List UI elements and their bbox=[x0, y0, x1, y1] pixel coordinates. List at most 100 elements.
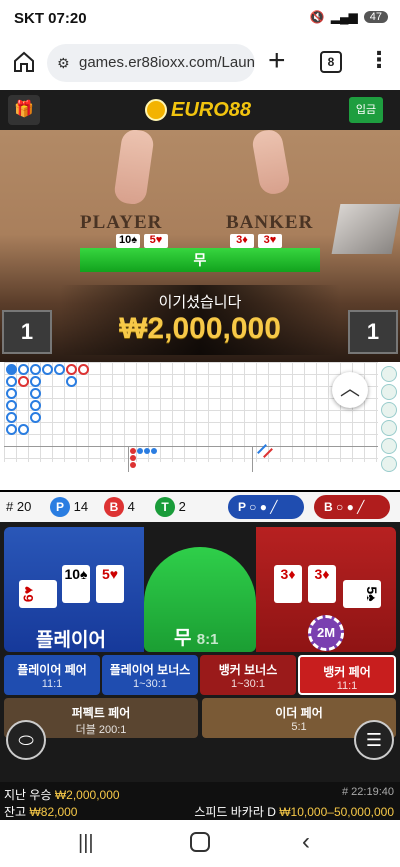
tie-bet-spot[interactable]: 무 8:1 bbox=[144, 547, 256, 652]
road-dot bbox=[130, 462, 136, 468]
road-bead bbox=[6, 412, 17, 423]
banker-bonus-button[interactable]: 뱅커 보너스 1~30:1 bbox=[200, 655, 296, 695]
player-bet-label: 플레이어 bbox=[36, 630, 106, 651]
banker-card: 3♦ bbox=[274, 565, 302, 603]
road-bead bbox=[30, 388, 41, 399]
player-stat-badge: P bbox=[50, 497, 70, 517]
road-bead bbox=[30, 364, 41, 375]
road-side-marker bbox=[381, 456, 397, 472]
road-dot bbox=[130, 455, 136, 461]
result-bar: 무 bbox=[80, 248, 320, 272]
road-divider bbox=[252, 446, 253, 472]
video-banker-card: 3♥ bbox=[258, 234, 282, 248]
recents-icon[interactable]: ||| bbox=[78, 832, 94, 855]
win-message: 이기셨습니다 bbox=[158, 294, 242, 311]
road-bead bbox=[18, 376, 29, 387]
banker-card: 5♠ bbox=[343, 580, 381, 608]
banker-bet-spot[interactable]: 3♦ 3♦ 5♠ 2M bbox=[256, 527, 396, 652]
card-shoe bbox=[331, 204, 400, 254]
home-nav-icon[interactable] bbox=[190, 832, 210, 852]
mute-icon: 🔇 bbox=[309, 10, 325, 24]
menu-icon[interactable]: ☰ bbox=[354, 720, 394, 760]
system-nav-bar: ||| ‹ bbox=[0, 820, 400, 867]
road-side-marker bbox=[381, 384, 397, 400]
road-side-marker bbox=[381, 438, 397, 454]
stats-bar: # 20 P 14 B 4 T 2 P ○ ● ╱ B ○ ● ╱ bbox=[0, 492, 400, 522]
game-header: 🎁 EURO88 입금 bbox=[0, 90, 400, 130]
home-icon[interactable] bbox=[12, 50, 36, 74]
road-divider bbox=[128, 446, 129, 472]
info-footer: 지난 우승 ₩2,000,000 잔고 ₩82,000 # 22:19:40 스… bbox=[0, 782, 400, 820]
win-amount: ₩2,000,000 bbox=[119, 312, 281, 345]
road-dot bbox=[151, 448, 157, 454]
road-divider bbox=[4, 446, 378, 447]
player-stat: P 14 bbox=[50, 497, 88, 517]
table-banker-label: BANKER bbox=[226, 212, 314, 233]
road-bead bbox=[78, 364, 89, 375]
banker-pair-button[interactable]: 뱅커 페어 11:1 bbox=[298, 655, 396, 695]
banker-card: 3♦ bbox=[308, 565, 336, 603]
chat-icon[interactable]: ⬭ bbox=[6, 720, 46, 760]
round-id: # 22:19:40 bbox=[342, 786, 394, 798]
road-bead bbox=[30, 412, 41, 423]
road-bead bbox=[18, 424, 29, 435]
road-side-marker bbox=[381, 402, 397, 418]
road-slash bbox=[263, 448, 273, 458]
video-player-card: 5♥ bbox=[144, 234, 168, 248]
road-bead bbox=[66, 364, 77, 375]
last-win: 지난 우승 ₩2,000,000 bbox=[4, 788, 120, 802]
tie-stat-badge: T bbox=[155, 497, 175, 517]
player-card: 5♥ bbox=[96, 565, 124, 603]
gift-icon[interactable]: 🎁 bbox=[8, 95, 40, 125]
roadmap-grid bbox=[4, 362, 378, 472]
road-bead bbox=[54, 364, 65, 375]
balance: 잔고 ₩82,000 bbox=[4, 805, 78, 819]
roadmap-panel: ︿ # 20 P 14 B 4 T 2 P ○ ● ╱ B ○ ● ╱ bbox=[0, 362, 400, 522]
tab-count-button[interactable]: 8 bbox=[320, 51, 342, 73]
new-tab-icon[interactable]: + bbox=[268, 46, 286, 76]
video-player-card: 10♠ bbox=[116, 234, 140, 248]
video-banker-card: 3♦ bbox=[230, 234, 254, 248]
url-field[interactable]: ⚙ games.er88ioxx.com/Launc bbox=[47, 44, 255, 82]
tie-stat: T 2 bbox=[155, 497, 186, 517]
table-info: 스피드 바카라 D ₩10,000–50,000,000 bbox=[194, 805, 394, 819]
deposit-button[interactable]: 입금 bbox=[349, 97, 383, 123]
win-banner: 이기셨습니다 ₩2,000,000 bbox=[60, 285, 340, 355]
back-icon[interactable]: ‹ bbox=[302, 828, 310, 856]
bet-chip[interactable]: 2M bbox=[308, 615, 344, 651]
round-count: # 20 bbox=[6, 499, 32, 514]
status-carrier-time: SKT 07:20 bbox=[14, 10, 87, 27]
player-bet-spot[interactable]: 6♥ 10♠ 5♥ 플레이어 bbox=[4, 527, 144, 652]
live-video: PLAYER BANKER 10♠ 5♥ 3♦ 3♥ 무 이기셨습니다 ₩2,0… bbox=[0, 130, 400, 362]
road-bead bbox=[6, 364, 17, 375]
right-counter: 1 bbox=[348, 310, 398, 354]
road-side-marker bbox=[381, 420, 397, 436]
player-predict-button[interactable]: P ○ ● ╱ bbox=[228, 495, 304, 519]
player-card: 10♠ bbox=[62, 565, 90, 603]
player-bonus-button[interactable]: 플레이어 보너스 1~30:1 bbox=[102, 655, 198, 695]
banker-predict-button[interactable]: B ○ ● ╱ bbox=[314, 495, 390, 519]
battery-icon: 47 bbox=[363, 11, 388, 23]
road-bead bbox=[6, 400, 17, 411]
player-card: 6♥ bbox=[19, 580, 57, 608]
expand-roadmap-button[interactable]: ︿ bbox=[332, 372, 368, 408]
road-bead bbox=[6, 388, 17, 399]
table-player-label: PLAYER bbox=[80, 212, 163, 233]
road-dot bbox=[137, 448, 143, 454]
status-bar: SKT 07:20 🔇 ▂▄▆ 47 bbox=[0, 0, 400, 36]
player-pair-button[interactable]: 플레이어 페어 11:1 bbox=[4, 655, 100, 695]
road-bead bbox=[66, 376, 77, 387]
road-bead bbox=[18, 364, 29, 375]
road-side-marker bbox=[381, 366, 397, 382]
road-bead bbox=[6, 376, 17, 387]
banker-stat-badge: B bbox=[104, 497, 124, 517]
road-bead bbox=[6, 424, 17, 435]
road-bead bbox=[30, 400, 41, 411]
betting-area: 6♥ 10♠ 5♥ 플레이어 무 8:1 3♦ 3♦ 5♠ 2M 플레이어 페어… bbox=[0, 522, 400, 782]
dealer-hand-left bbox=[113, 130, 155, 206]
site-settings-icon[interactable]: ⚙ bbox=[57, 44, 70, 82]
status-icons: 🔇 ▂▄▆ 47 bbox=[310, 10, 388, 24]
banker-stat: B 4 bbox=[104, 497, 135, 517]
tie-bet-label: 무 8:1 bbox=[174, 628, 219, 649]
browser-menu-icon[interactable]: ⋮ bbox=[368, 47, 390, 73]
